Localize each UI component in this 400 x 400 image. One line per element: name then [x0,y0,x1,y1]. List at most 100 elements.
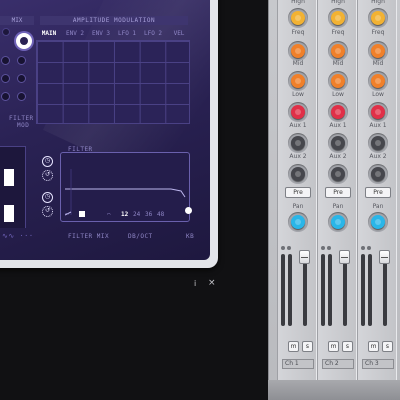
knob-label-pan: Pan [292,203,304,210]
knob-label-aux-1: Aux 1 [369,122,387,129]
info-icon[interactable]: i [194,279,196,288]
fader-handle[interactable] [379,250,390,264]
channel-name-field[interactable]: Ch 1 [282,359,314,369]
level-meter [361,254,365,326]
knob-label-low: Low [372,91,384,98]
loop-icon[interactable]: ↺ [42,170,53,181]
tab-lfo-2[interactable]: LFO 2 [140,29,166,39]
mix-mod-dot[interactable] [17,92,26,101]
synth-panel-body: MIX AMPLITUDE MODULATION FILTER MOD MAIN… [0,0,210,260]
dboct-option-36[interactable]: 36 [145,211,152,218]
filter-mode-toggle[interactable] [79,211,85,217]
clock-icon[interactable]: ◷ [42,156,53,167]
meter-indicator [281,246,285,250]
mid-knob[interactable] [328,71,348,91]
aux-1-knob[interactable] [328,133,348,153]
mix-column [0,26,34,126]
aux-1-knob[interactable] [288,133,308,153]
knob-label-pan: Pan [372,203,384,210]
high-knob[interactable] [288,8,308,28]
dboct-option-12[interactable]: 12 [121,211,128,218]
tab-vel[interactable]: VEL [166,29,192,39]
mute-button[interactable]: m [328,341,339,352]
solo-button[interactable]: s [302,341,313,352]
fader-handle[interactable] [339,250,350,264]
filter-mod-label-1: FILTER [9,115,34,122]
level-meter [281,254,285,326]
knob-label-high: High [371,0,385,5]
high-knob[interactable] [368,8,388,28]
freq-knob[interactable] [368,41,388,61]
loop-icon[interactable]: ↺ [42,206,53,217]
knob-label-mid: Mid [292,60,304,67]
low-knob[interactable] [368,102,388,122]
tab-main[interactable]: MAIN [36,29,62,39]
pre-button[interactable]: Pre [325,187,351,198]
mix-knob[interactable] [16,33,32,49]
low-knob[interactable] [288,102,308,122]
envelope-bar[interactable] [4,169,14,186]
meter-indicator [327,246,331,250]
mix-mod-dot[interactable] [17,56,26,65]
mix-mod-dot[interactable] [1,56,10,65]
aux-2-knob[interactable] [288,164,308,184]
tab-env-3[interactable]: ENV 3 [88,29,114,39]
channel-name-field[interactable]: Ch 3 [362,359,394,369]
aux-2-knob[interactable] [328,164,348,184]
mix-mod-dot[interactable] [1,92,10,101]
mix-header: MIX [0,16,34,25]
meter-indicator [287,246,291,250]
dboct-option-24[interactable]: 24 [133,211,140,218]
knob-label-high: High [331,0,345,5]
filter-lp-icon[interactable]: ⌒ [65,211,69,218]
pre-button[interactable]: Pre [365,187,391,198]
mute-button[interactable]: m [368,341,379,352]
knob-label-pan: Pan [332,203,344,210]
filter-response-curve [65,169,186,216]
pan-knob[interactable] [288,212,308,232]
clock-icon[interactable]: ◷ [42,192,53,203]
mute-button[interactable]: m [288,341,299,352]
mod-tabs: MAIN ENV 2 ENV 3 LFO 1 LFO 2 VEL [36,29,192,39]
meter-indicator [367,246,371,250]
dboct-option-48[interactable]: 48 [157,211,164,218]
mid-knob[interactable] [288,71,308,91]
pan-knob[interactable] [328,212,348,232]
mix-mod-dot[interactable] [17,74,26,83]
level-meter [288,254,292,326]
waveform-icons[interactable]: ∿∿ ··· [2,232,34,240]
aux-1-knob[interactable] [368,133,388,153]
close-icon[interactable]: × [208,278,216,288]
fader-track[interactable] [383,254,387,326]
aux-2-knob[interactable] [368,164,388,184]
knob-label-low: Low [332,91,344,98]
filter-cutoff-handle[interactable] [185,207,192,214]
channel-name-field[interactable]: Ch 2 [322,359,354,369]
solo-button[interactable]: s [382,341,393,352]
tab-env-2[interactable]: ENV 2 [62,29,88,39]
fader-handle[interactable] [299,250,310,264]
mixer-panel: High Freq Mid Low Aux 1 Aux 2 Pre Pan m s Ch 1 High… [268,0,400,400]
high-knob[interactable] [328,8,348,28]
solo-button[interactable]: s [342,341,353,352]
synth-panel: MIX AMPLITUDE MODULATION FILTER MOD MAIN… [0,0,218,268]
filter-curve-display[interactable]: ⌒ ⌒ 12 24 36 48 [60,152,192,222]
pan-knob[interactable] [368,212,388,232]
freq-knob[interactable] [288,41,308,61]
low-knob[interactable] [328,102,348,122]
envelope-bar[interactable] [4,205,14,222]
tab-lfo-1[interactable]: LFO 1 [114,29,140,39]
freq-knob[interactable] [328,41,348,61]
modulation-matrix-grid[interactable] [36,40,190,124]
mid-knob[interactable] [368,71,388,91]
pre-button[interactable]: Pre [285,187,311,198]
level-meter [328,254,332,326]
mix-led[interactable] [2,28,10,36]
mix-mod-dot[interactable] [1,74,10,83]
knob-label-mid: Mid [372,60,384,67]
knob-label-freq: Freq [331,29,345,36]
fader-track[interactable] [303,254,307,326]
knob-label-freq: Freq [371,29,385,36]
filter-hp-icon[interactable]: ⌒ [107,211,111,218]
fader-track[interactable] [343,254,347,326]
